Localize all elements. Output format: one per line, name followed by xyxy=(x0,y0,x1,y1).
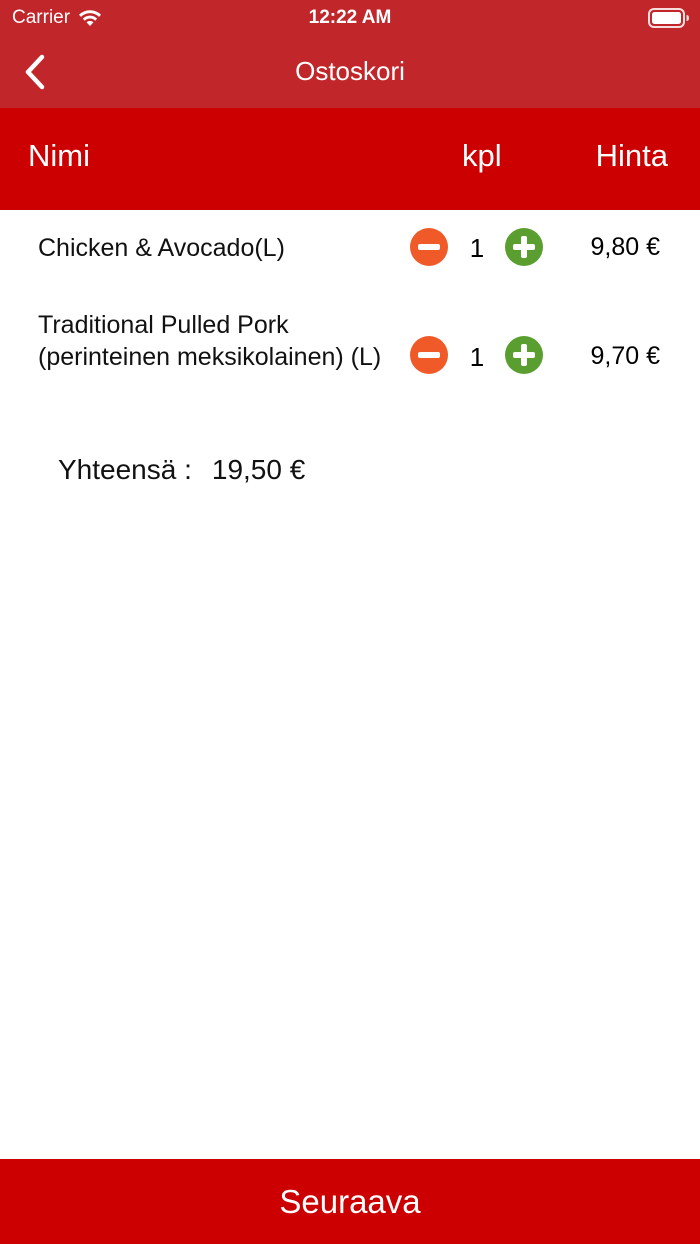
column-price: Hinta xyxy=(595,138,668,173)
status-bar: Carrier 12:22 AM xyxy=(0,0,700,36)
column-name: Nimi xyxy=(28,138,90,173)
minus-icon xyxy=(418,352,440,358)
plus-icon xyxy=(513,236,535,258)
cart-item-row: Chicken & Avocado(L) 1 9,80 € xyxy=(0,210,700,290)
minus-icon xyxy=(418,244,440,250)
item-price: 9,80 € xyxy=(590,233,660,261)
item-quantity: 1 xyxy=(469,233,485,263)
increase-quantity-button[interactable] xyxy=(505,228,543,266)
total-label: Yhteensä : xyxy=(58,454,192,485)
cart-item-row: Traditional Pulled Pork (perinteinen mek… xyxy=(0,300,700,410)
status-time: 12:22 AM xyxy=(308,7,392,28)
column-quantity: kpl xyxy=(462,138,502,173)
cart-total: Yhteensä : 19,50 € xyxy=(58,454,305,486)
total-value: 19,50 € xyxy=(211,454,306,485)
navigation-bar: Ostoskori xyxy=(0,36,700,108)
decrease-quantity-button[interactable] xyxy=(410,336,448,374)
item-price: 9,70 € xyxy=(590,342,660,370)
battery-icon xyxy=(648,8,690,34)
item-name: Traditional Pulled Pork (perinteinen mek… xyxy=(38,311,382,371)
increase-quantity-button[interactable] xyxy=(505,336,543,374)
plus-icon xyxy=(513,344,535,366)
column-header: Nimi kpl Hinta xyxy=(0,108,700,210)
decrease-quantity-button[interactable] xyxy=(410,228,448,266)
next-button[interactable]: Seuraava xyxy=(0,1159,700,1244)
item-quantity: 1 xyxy=(469,342,485,372)
top-bar: Carrier 12:22 AM Ostoskori xyxy=(0,0,700,108)
shopping-cart-screen: Carrier 12:22 AM Ostoskori Nimi kpl Hint… xyxy=(0,0,700,1244)
page-title: Ostoskori xyxy=(295,56,405,86)
item-name: Chicken & Avocado(L) xyxy=(38,234,285,262)
